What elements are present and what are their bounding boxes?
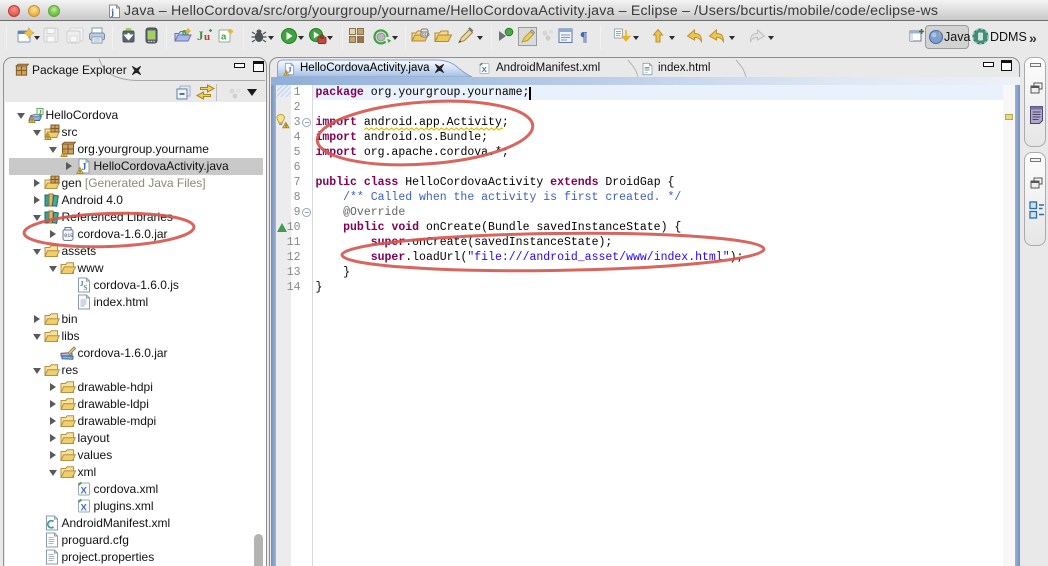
svg-text:010: 010 <box>422 32 430 37</box>
svg-text:J: J <box>197 28 204 43</box>
svg-text:J: J <box>937 30 941 39</box>
svg-text:¶: ¶ <box>580 30 588 45</box>
svg-text:a: a <box>221 32 227 43</box>
svg-text:j: j <box>110 7 114 17</box>
svg-text:u: u <box>204 31 210 43</box>
